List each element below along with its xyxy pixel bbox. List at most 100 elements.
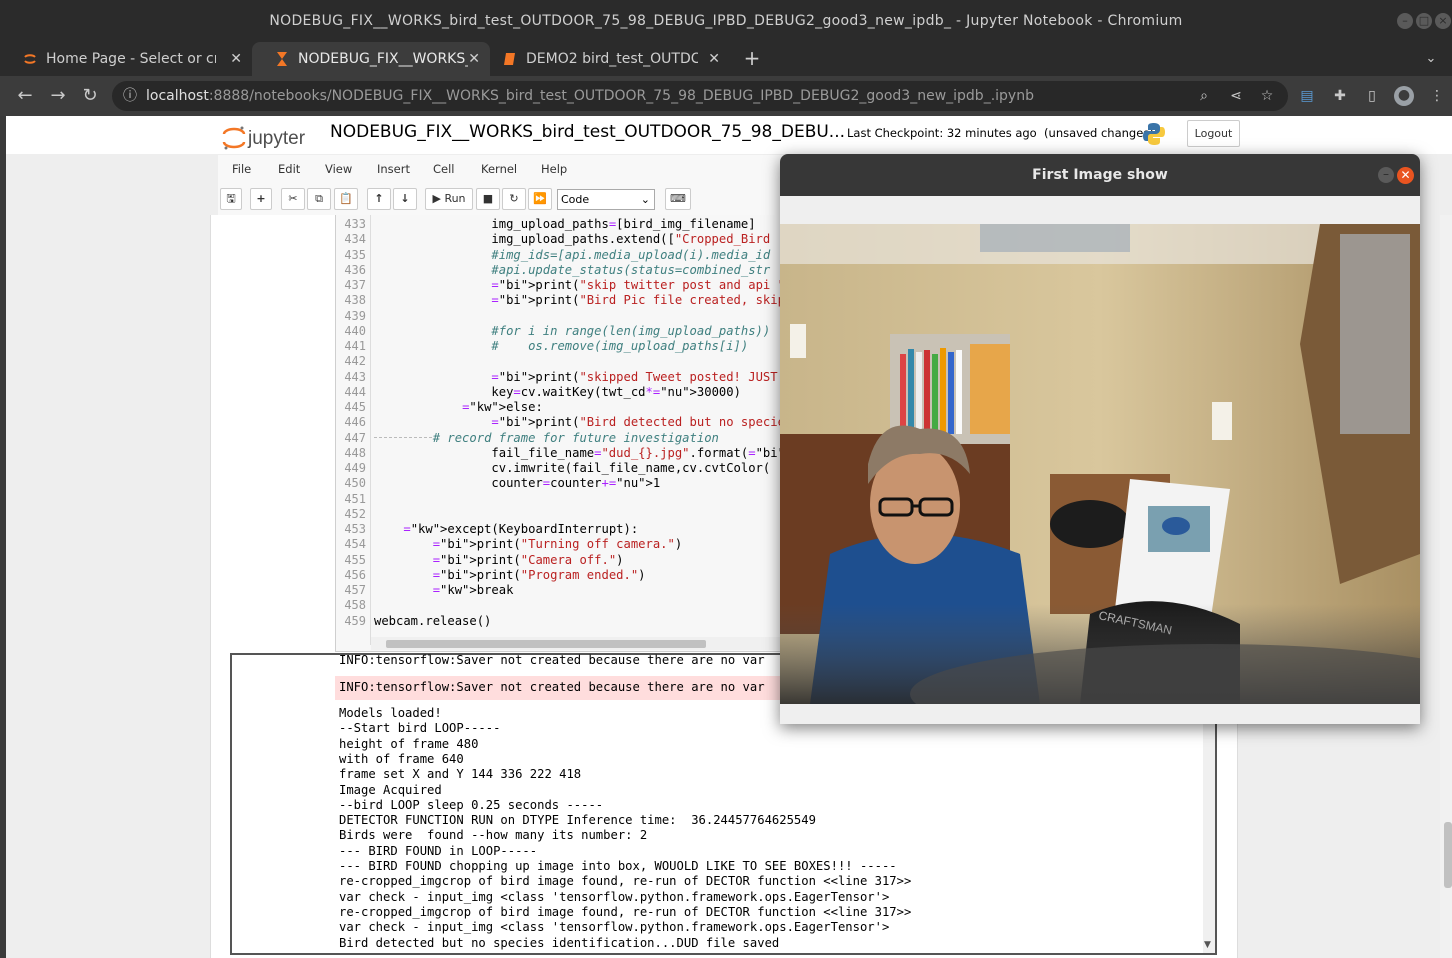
menu-help[interactable]: Help	[541, 162, 567, 176]
save-icon[interactable]: 🖫	[220, 188, 242, 210]
line-number: 446	[344, 415, 366, 430]
code-line: ="bi">print("Camera off.")	[432, 552, 624, 567]
address-bar[interactable]: ⓘ localhost:8888/notebooks/NODEBUG_FIX__…	[112, 81, 1288, 111]
code-line: ="kw">else:	[462, 400, 543, 414]
output-line: with of frame 640	[339, 751, 464, 766]
code-line: ="bi">print("Program ended.")	[432, 567, 646, 582]
code-line: ="bi">print("skip twitter post and api "…	[491, 278, 792, 292]
line-number: 447	[344, 430, 366, 445]
code-line: # os.remove(img_upload_paths[i])	[491, 339, 749, 353]
menu-view[interactable]: View	[325, 162, 352, 176]
line-number: 459	[344, 613, 366, 628]
line-number: 454	[344, 537, 366, 552]
insert-cell-plus-icon[interactable]: +	[250, 188, 272, 210]
profile-avatar-icon[interactable]: ●	[1394, 86, 1414, 106]
image-show-window[interactable]: First Image show – ✕	[780, 154, 1420, 724]
tab-label: Home Page - Select or cre	[46, 51, 216, 67]
output-line: height of frame 480	[339, 736, 479, 751]
line-number: 458	[344, 598, 366, 613]
restart-run-all-icon[interactable]: ⏩	[528, 188, 552, 210]
code-line: #api.update_status(status=combined_str	[491, 262, 771, 277]
line-number: 438	[344, 293, 366, 308]
new-tab-plus-icon[interactable]: +	[742, 48, 762, 68]
line-number: 441	[344, 339, 366, 353]
line-number: 451	[344, 491, 366, 506]
maximize-icon[interactable]: □	[1416, 13, 1432, 29]
menu-insert[interactable]: Insert	[377, 162, 410, 176]
menu-cell[interactable]: Cell	[433, 162, 455, 176]
output-line: --bird LOOP sleep 0.25 seconds -----	[339, 797, 604, 812]
scroll-down-arrow-icon[interactable]: ▼	[1204, 940, 1211, 950]
puzzle-extensions-icon[interactable]: ✚	[1331, 87, 1349, 105]
site-info-icon[interactable]: ⓘ	[121, 87, 139, 105]
notebook-name[interactable]: NODEBUG_FIX__WORKS_bird_test_OUTDOOR_75_…	[330, 122, 845, 142]
restart-icon[interactable]: ↻	[502, 188, 526, 210]
cell-type-select[interactable]: Code ⌄	[557, 189, 655, 210]
tab-close-icon[interactable]: ✕	[230, 51, 242, 67]
menu-file[interactable]: File	[232, 162, 251, 176]
reload-icon[interactable]: ↻	[79, 85, 101, 107]
jupyter-logo-text: jupyter	[247, 128, 306, 149]
line-number: 435	[344, 247, 366, 262]
output-line: --Start bird LOOP-----	[339, 721, 501, 736]
cut-icon[interactable]: ✂	[281, 188, 305, 210]
jupyter-icon	[24, 54, 36, 64]
code-line: img_upload_paths=[bird_img_filename]	[374, 217, 756, 231]
copy-icon[interactable]: ⧉	[307, 188, 331, 210]
menu-edit[interactable]: Edit	[278, 162, 300, 176]
checkpoint-status: Last Checkpoint: 32 minutes ago (unsaved…	[847, 126, 1154, 140]
tab-demo2-notebook[interactable]: DEMO2 bird_test_OUTDC ✕	[480, 42, 730, 76]
code-line: #for i in range(len(img_upload_paths))	[491, 323, 771, 338]
code-line: counter=counter+="nu">1	[374, 476, 661, 491]
bookmark-star-icon[interactable]: ☆	[1258, 87, 1276, 105]
move-up-icon[interactable]: ↑	[367, 188, 391, 210]
tab-label: DEMO2 bird_test_OUTDC	[526, 51, 698, 67]
line-number: 448	[344, 445, 366, 460]
side-panel-icon[interactable]: ▯	[1363, 87, 1381, 105]
line-number: 455	[344, 552, 366, 567]
code-line: ="bi">print("Bird detected but no specie…	[491, 415, 815, 430]
tab-close-icon[interactable]: ✕	[468, 51, 480, 67]
zoom-icon[interactable]: ⌕	[1195, 87, 1213, 105]
chevron-down-icon: ⌄	[640, 193, 650, 206]
logout-button[interactable]: Logout	[1187, 120, 1240, 147]
output-line: Birds were found --how many its number: …	[339, 828, 648, 843]
hourglass-icon	[277, 52, 287, 66]
line-number: 450	[344, 476, 366, 491]
code-line: ="kw">except(KeyboardInterrupt):	[403, 522, 639, 536]
menu-kebab-icon[interactable]: ⋮	[1428, 87, 1446, 105]
interrupt-stop-icon[interactable]: ■	[476, 188, 500, 210]
page-scrollbar-thumb[interactable]	[1444, 822, 1452, 888]
minimize-icon[interactable]: –	[1397, 13, 1413, 29]
code-line: cv.imwrite(fail_file_name,cv.cvtColor(	[374, 461, 771, 475]
tab-nodebug-notebook[interactable]: NODEBUG_FIX__WORKS_ ✕	[252, 42, 490, 76]
image-window-statusbar	[780, 704, 1420, 724]
checkpoint-time: Last Checkpoint: 32 minutes ago	[847, 126, 1037, 140]
minimize-icon[interactable]: –	[1378, 167, 1394, 183]
jupyter-logo[interactable]: jupyter	[222, 124, 322, 152]
command-palette-keyboard-icon[interactable]: ⌨	[665, 188, 691, 210]
address-url: localhost:8888/notebooks/NODEBUG_FIX__WO…	[146, 88, 1034, 104]
line-number: 436	[344, 262, 366, 277]
extension-icon[interactable]: ▤	[1298, 87, 1316, 105]
tab-search-chevron-icon[interactable]: ⌄	[1422, 50, 1440, 68]
unsaved-indicator: (unsaved changes)	[1044, 126, 1154, 140]
line-number: 437	[344, 278, 366, 292]
share-icon[interactable]: ⋖	[1227, 87, 1245, 105]
back-icon[interactable]: ←	[14, 85, 36, 107]
python-kernel-icon	[1143, 123, 1165, 145]
close-icon[interactable]: ✕	[1397, 167, 1414, 184]
menu-kernel[interactable]: Kernel	[481, 162, 517, 176]
forward-icon[interactable]: →	[47, 85, 69, 107]
run-icon: ▶	[432, 192, 441, 205]
move-down-icon[interactable]: ↓	[393, 188, 417, 210]
navigation-bar: ← → ↻ ⓘ localhost:8888/notebooks/NODEBUG…	[0, 76, 1452, 116]
run-button[interactable]: ▶ Run	[425, 188, 473, 210]
paste-icon[interactable]: 📋	[334, 188, 358, 210]
cell-type-value: Code	[561, 193, 590, 206]
code-scrollbar-thumb[interactable]	[386, 640, 706, 648]
tab-close-icon[interactable]: ✕	[708, 51, 720, 67]
close-icon[interactable]: ×	[1435, 13, 1451, 29]
tab-home-page[interactable]: Home Page - Select or cre ✕	[0, 42, 252, 76]
output-line: frame set X and Y 144 336 222 418	[339, 767, 582, 782]
